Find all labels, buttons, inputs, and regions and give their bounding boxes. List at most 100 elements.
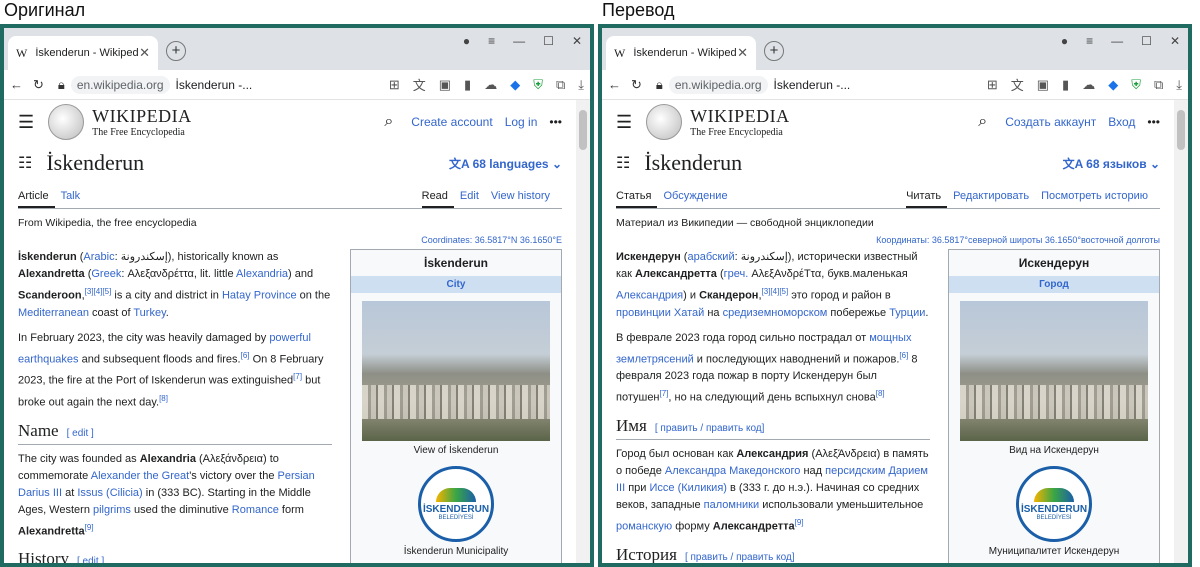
edit-section-link[interactable]: [ edit ] xyxy=(67,428,94,439)
more-icon[interactable]: ••• xyxy=(1147,115,1160,129)
cloud-download-icon[interactable]: ☁ xyxy=(484,77,497,93)
ref-3-4-5[interactable]: [3][4][5] xyxy=(85,287,112,296)
ref-9[interactable]: [9] xyxy=(795,518,804,527)
extension-icon[interactable]: ◆ xyxy=(1108,77,1118,93)
close-tab-icon[interactable]: ✕ xyxy=(139,45,150,61)
link-mediterranean[interactable]: Mediterranean xyxy=(18,307,89,319)
tab-read[interactable]: Читать xyxy=(906,186,948,208)
link-alexander[interactable]: Александра Македонского xyxy=(665,465,800,477)
city-photo[interactable] xyxy=(362,301,550,441)
link-greek[interactable]: греч. xyxy=(724,268,749,280)
create-account-link[interactable]: Создать аккаунт xyxy=(1005,115,1096,129)
city-photo[interactable] xyxy=(960,301,1148,441)
address-bar[interactable]: 🔒︎ en.wikipedia.org İskenderun -... xyxy=(58,75,252,94)
toc-icon[interactable]: ☷ xyxy=(616,153,630,173)
hamburger-icon[interactable]: ☰ xyxy=(18,112,34,133)
puzzle-icon[interactable]: ⧉ xyxy=(1154,77,1163,93)
link-greek[interactable]: Greek xyxy=(91,268,121,280)
tab-edit[interactable]: Edit xyxy=(460,186,485,208)
close-tab-icon[interactable]: ✕ xyxy=(737,45,748,61)
tab-article[interactable]: Статья xyxy=(616,186,658,208)
hamburger-icon[interactable]: ☰ xyxy=(616,112,632,133)
tab-menu-icon[interactable]: ≡ xyxy=(1086,34,1093,48)
back-arrow-icon[interactable]: ← xyxy=(10,77,23,92)
browser-tab[interactable]: W İskenderun - Wikipedia ✕ xyxy=(606,36,756,70)
shield-icon[interactable]: ⛨ xyxy=(533,77,543,93)
profile-icon[interactable]: ● xyxy=(463,34,470,48)
languages-button[interactable]: 文A 68 языков ⌄ xyxy=(1063,155,1160,172)
tab-count-icon[interactable]: ▣ xyxy=(439,77,451,93)
ref-9[interactable]: [9] xyxy=(85,523,94,532)
toc-icon[interactable]: ☷ xyxy=(18,153,32,173)
coordinates-link[interactable]: Координаты: 36.5817°северной широты 36.1… xyxy=(616,235,1160,245)
translate-icon[interactable]: 文 xyxy=(1011,75,1024,94)
search-icon[interactable]: ⌕ xyxy=(384,113,393,131)
wikipedia-wordmark[interactable]: WIKIPEDIA The Free Encyclopedia xyxy=(690,106,789,138)
new-tab-button[interactable]: + xyxy=(166,41,186,61)
downloads-icon[interactable]: ⤓ xyxy=(578,77,584,93)
wikipedia-globe-logo[interactable] xyxy=(646,104,683,140)
link-issus[interactable]: Issus (Cilicia) xyxy=(77,487,142,499)
ref-6[interactable]: [6] xyxy=(241,351,250,360)
profile-icon[interactable]: ● xyxy=(1061,34,1068,48)
link-alexandria[interactable]: Alexandria xyxy=(236,268,288,280)
minimize-icon[interactable]: — xyxy=(513,34,525,48)
log-in-link[interactable]: Вход xyxy=(1108,115,1135,129)
ref-8[interactable]: [8] xyxy=(876,389,885,398)
search-icon[interactable]: ⌕ xyxy=(978,113,987,131)
reload-icon[interactable]: ↻ xyxy=(631,77,642,93)
link-pilgrims[interactable]: pilgrims xyxy=(93,504,131,516)
tab-read[interactable]: Read xyxy=(421,186,454,208)
ref-7[interactable]: [7] xyxy=(293,372,302,381)
tab-count-icon[interactable]: ▣ xyxy=(1037,77,1049,93)
coordinates-link[interactable]: Coordinates: 36.5817°N 36.1650°E xyxy=(18,235,562,245)
link-issus[interactable]: Иссе (Киликия) xyxy=(650,482,727,494)
ref-8[interactable]: [8] xyxy=(159,394,168,403)
link-alexander[interactable]: Alexander the Great xyxy=(91,470,189,482)
wikipedia-globe-logo[interactable] xyxy=(48,104,85,140)
infobox-subtitle[interactable]: City xyxy=(351,276,561,293)
infobox-subtitle[interactable]: Город xyxy=(949,276,1159,293)
link-turkey[interactable]: Турции xyxy=(889,307,925,319)
puzzle-icon[interactable]: ⧉ xyxy=(556,77,565,93)
reader-icon[interactable]: ⊞ xyxy=(389,77,400,93)
tab-menu-icon[interactable]: ≡ xyxy=(488,34,495,48)
link-arabic[interactable]: Arabic xyxy=(83,251,114,263)
close-window-icon[interactable]: ✕ xyxy=(1170,34,1180,48)
close-window-icon[interactable]: ✕ xyxy=(572,34,582,48)
edit-section-link[interactable]: [ edit ] xyxy=(77,556,104,563)
minimize-icon[interactable]: — xyxy=(1111,34,1123,48)
tab-edit[interactable]: Редактировать xyxy=(953,186,1035,208)
extension-icon[interactable]: ◆ xyxy=(510,77,520,93)
link-alexandria[interactable]: Александрия xyxy=(616,290,683,302)
maximize-icon[interactable]: ☐ xyxy=(1141,34,1152,48)
scrollbar[interactable] xyxy=(1174,100,1188,563)
more-icon[interactable]: ••• xyxy=(549,115,562,129)
cloud-download-icon[interactable]: ☁ xyxy=(1082,77,1095,93)
back-arrow-icon[interactable]: ← xyxy=(608,77,621,92)
edit-section-link[interactable]: [ править / править код] xyxy=(685,552,795,563)
ref-3-4-5[interactable]: [3][4][5] xyxy=(762,287,789,296)
ref-6[interactable]: [6] xyxy=(899,351,908,360)
reader-icon[interactable]: ⊞ xyxy=(987,77,998,93)
wikipedia-wordmark[interactable]: WIKIPEDIA The Free Encyclopedia xyxy=(92,106,191,138)
create-account-link[interactable]: Create account xyxy=(411,115,492,129)
bookmark-icon[interactable]: ▮ xyxy=(1062,77,1069,93)
downloads-icon[interactable]: ⤓ xyxy=(1176,77,1182,93)
link-romance[interactable]: романскую xyxy=(616,521,672,533)
municipality-logo[interactable]: İSKENDERUN BELEDİYESİ xyxy=(418,466,494,542)
tab-view-history[interactable]: Посмотреть историю xyxy=(1041,186,1154,208)
new-tab-button[interactable]: + xyxy=(764,41,784,61)
tab-article[interactable]: Article xyxy=(18,186,55,208)
reload-icon[interactable]: ↻ xyxy=(33,77,44,93)
tab-talk[interactable]: Обсуждение xyxy=(663,186,733,208)
link-mediterranean[interactable]: средиземноморском xyxy=(723,307,828,319)
log-in-link[interactable]: Log in xyxy=(505,115,538,129)
maximize-icon[interactable]: ☐ xyxy=(543,34,554,48)
translate-icon[interactable]: 文 xyxy=(413,75,426,94)
link-hatay[interactable]: провинции Хатай xyxy=(616,307,704,319)
link-arabic[interactable]: арабский xyxy=(687,251,734,263)
shield-icon[interactable]: ⛨ xyxy=(1131,77,1141,93)
languages-button[interactable]: 文A 68 languages ⌄ xyxy=(449,155,562,172)
address-bar[interactable]: 🔒︎ en.wikipedia.org İskenderun -... xyxy=(656,75,850,94)
